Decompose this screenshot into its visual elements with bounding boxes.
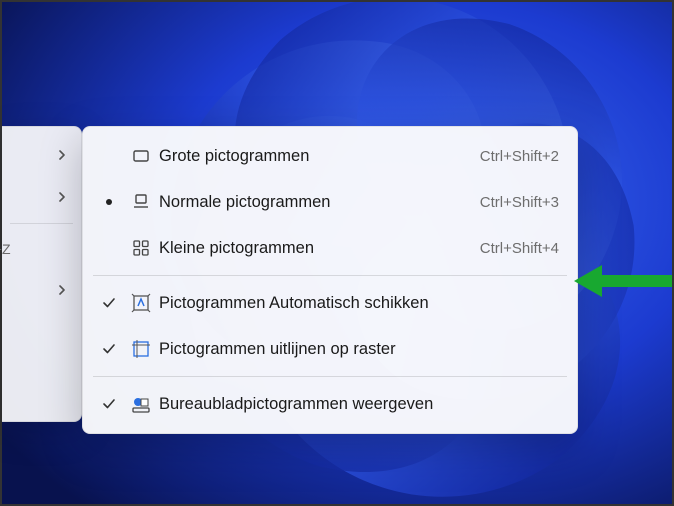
radio-indicator	[95, 198, 123, 206]
menu-item-small-icons[interactable]: Kleine pictogrammen Ctrl+Shift+4	[83, 225, 577, 271]
menu-divider	[93, 376, 567, 377]
menu-item-auto-arrange[interactable]: Pictogrammen Automatisch schikken	[83, 280, 577, 326]
menu-item-label: Pictogrammen uitlijnen op raster	[159, 340, 559, 359]
menu-item-label: Kleine pictogrammen	[159, 239, 464, 258]
menu-shortcut: Ctrl+Shift+2	[480, 148, 559, 165]
parent-menu-item[interactable]: Ctrl+Z	[2, 228, 81, 270]
menu-item-label: Bureaubladpictogrammen weergeven	[159, 395, 559, 414]
menu-item-show-desktop-icons[interactable]: Bureaubladpictogrammen weergeven	[83, 381, 577, 427]
menu-item-label: Grote pictogrammen	[159, 147, 464, 166]
menu-item-label: Pictogrammen Automatisch schikken	[159, 294, 559, 313]
check-indicator	[95, 342, 123, 356]
parent-menu-item[interactable]	[2, 177, 81, 219]
menu-item-align-grid[interactable]: Pictogrammen uitlijnen op raster	[83, 326, 577, 372]
auto-arrange-icon	[123, 293, 159, 313]
view-submenu[interactable]: Grote pictogrammen Ctrl+Shift+2 Normale …	[82, 126, 578, 434]
chevron-right-icon	[57, 282, 67, 300]
menu-item-large-icons[interactable]: Grote pictogrammen Ctrl+Shift+2	[83, 133, 577, 179]
menu-shortcut: Ctrl+Z	[0, 241, 11, 257]
check-indicator	[95, 296, 123, 310]
parent-menu-item[interactable]	[2, 135, 81, 177]
align-grid-icon	[123, 339, 159, 359]
medium-icons-icon	[123, 192, 159, 212]
show-desktop-icons-icon	[123, 394, 159, 414]
menu-item-label: Normale pictogrammen	[159, 193, 464, 212]
chevron-right-icon	[57, 147, 67, 165]
menu-item-medium-icons[interactable]: Normale pictogrammen Ctrl+Shift+3	[83, 179, 577, 225]
parent-menu-item[interactable]	[2, 270, 81, 312]
large-icons-icon	[123, 146, 159, 166]
menu-divider	[10, 223, 73, 224]
chevron-right-icon	[57, 189, 67, 207]
menu-shortcut: Ctrl+Shift+3	[480, 194, 559, 211]
small-icons-icon	[123, 238, 159, 258]
check-indicator	[95, 397, 123, 411]
menu-shortcut: Ctrl+Shift+4	[480, 240, 559, 257]
parent-context-menu[interactable]: Ctrl+Z	[2, 126, 82, 422]
menu-divider	[93, 275, 567, 276]
